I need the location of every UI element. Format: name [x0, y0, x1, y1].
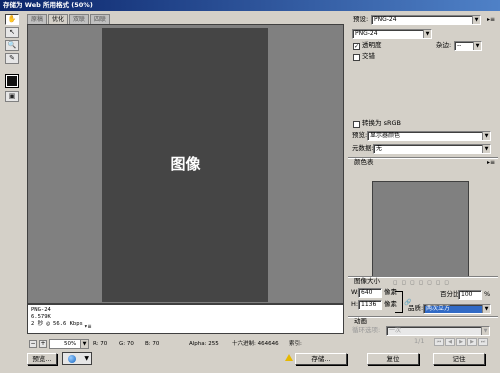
optimization-info: PNG-24 6.579K 2 秒 @ 56.6 Kbps ▾≡: [27, 304, 344, 334]
panel-menu-icon[interactable]: ▸≡: [487, 16, 495, 23]
metadata-label: 元数据:: [352, 144, 374, 152]
quality-label: 品质:: [408, 304, 424, 312]
quality-value: 两次立方: [426, 305, 451, 312]
alpha-readout: Alpha: 255: [189, 341, 219, 347]
interlaced-checkbox[interactable]: [353, 54, 360, 61]
matte-label: 杂边:: [436, 41, 452, 49]
frame-counter: 1/1: [414, 337, 425, 345]
reset-button[interactable]: 复位: [367, 353, 419, 365]
percent-input[interactable]: 100: [458, 290, 482, 300]
height-input[interactable]: 1136: [358, 300, 382, 310]
tab-2-up[interactable]: 双联: [69, 14, 90, 24]
loop-select[interactable]: 一次 ▼: [386, 326, 490, 336]
quality-select[interactable]: 两次立方 ▼: [423, 304, 491, 314]
metadata-select[interactable]: 无 ▼: [373, 144, 491, 154]
convert-srgb-label: 转换为 sRGB: [362, 119, 401, 127]
matte-value: --: [457, 42, 462, 49]
preview-mode-label: 预览:: [352, 131, 368, 139]
zoom-select[interactable]: 50% ▼: [49, 339, 89, 349]
chevron-down-icon: ▼: [482, 145, 490, 153]
chevron-down-icon: ▼: [473, 42, 481, 50]
zoom-in-button[interactable]: +: [39, 340, 47, 348]
prev-frame-icon[interactable]: ◀: [445, 338, 455, 346]
preview-browser-select[interactable]: ▼: [62, 352, 92, 365]
remember-button[interactable]: 记住: [433, 353, 485, 365]
zoom-tool-icon[interactable]: 🔍: [5, 40, 19, 51]
toolbox: ✋ ↖ 🔍 ✎ ▣: [5, 14, 21, 104]
window-title: 存储为 Web 所用格式 (50%): [0, 0, 500, 11]
preset-select[interactable]: PNG-24 ▼: [371, 15, 481, 25]
info-size: 6.579K: [31, 314, 51, 320]
metadata-value: 无: [376, 145, 383, 152]
image-size-title: 图像大小: [354, 277, 380, 285]
format-value: PNG-24: [355, 30, 378, 37]
info-menu-icon[interactable]: ▾≡: [84, 323, 91, 330]
height-value: 1136: [361, 301, 377, 308]
toggle-slices-icon[interactable]: ▣: [5, 91, 19, 102]
hand-tool-icon[interactable]: ✋: [5, 14, 19, 25]
view-tabs: 原稿 优化 双联 四联: [27, 14, 111, 24]
chevron-down-icon: ▼: [481, 327, 489, 335]
hex-readout: 十六进制: 464646: [232, 341, 279, 347]
chevron-down-icon: ▼: [482, 305, 490, 313]
browser-icon: [68, 355, 76, 363]
color-table-menu-icon[interactable]: ▸≡: [487, 159, 495, 166]
zoom-value: 50%: [64, 341, 77, 347]
chevron-down-icon: ▼: [80, 340, 88, 348]
percent-value: 100: [461, 291, 473, 298]
red-readout: R: 70: [93, 341, 108, 347]
save-button[interactable]: 存储...: [295, 353, 347, 365]
loop-value: 一次: [389, 327, 402, 334]
divider: [348, 316, 498, 318]
width-input[interactable]: 640: [358, 288, 382, 298]
preview-button[interactable]: 预览...: [27, 353, 57, 365]
preview-mode-select[interactable]: 显示器颜色 ▼: [367, 131, 491, 141]
zoom-out-button[interactable]: −: [29, 340, 37, 348]
chevron-down-icon: ▼: [84, 355, 89, 362]
status-bar: − + 50% ▼ R: 70 G: 70 B: 70 Alpha: 255 十…: [27, 339, 344, 349]
chevron-down-icon: ▼: [423, 30, 431, 38]
warning-icon: [285, 354, 293, 361]
blue-readout: B: 70: [145, 341, 160, 347]
info-download-time: 2 秒 @ 56.6 Kbps: [31, 321, 83, 327]
convert-srgb-checkbox[interactable]: [353, 121, 360, 128]
transparency-label: 透明度: [362, 41, 382, 49]
chevron-down-icon: ▼: [472, 16, 480, 24]
preview-image-label: 图像: [170, 155, 201, 173]
color-table[interactable]: [372, 181, 469, 278]
eyedropper-tool-icon[interactable]: ✎: [5, 53, 19, 64]
color-table-title: 颜色表: [354, 158, 374, 166]
transparency-checkbox[interactable]: ✓: [353, 43, 360, 50]
interlaced-label: 交错: [362, 52, 375, 60]
width-value: 640: [361, 289, 373, 296]
tab-optimized[interactable]: 优化: [48, 14, 69, 24]
preset-value: PNG-24: [374, 16, 397, 23]
last-frame-icon[interactable]: ⏭: [478, 338, 488, 346]
tab-original[interactable]: 原稿: [27, 14, 48, 24]
constrain-proportions-link: [395, 291, 403, 313]
matte-select[interactable]: -- ▼: [454, 41, 482, 51]
info-format: PNG-24: [31, 307, 51, 313]
chevron-down-icon: ▼: [482, 132, 490, 140]
color-table-tools[interactable]: ◻◻◻◻◻◻◻: [393, 280, 453, 286]
preview-mode-value: 显示器颜色: [370, 132, 401, 139]
first-frame-icon[interactable]: ⏮: [434, 338, 444, 346]
format-select[interactable]: PNG-24 ▼: [352, 29, 432, 39]
percent-unit: %: [484, 290, 491, 298]
tab-4-up[interactable]: 四联: [90, 14, 111, 24]
eyedropper-color-swatch[interactable]: [5, 74, 19, 88]
green-readout: G: 70: [119, 341, 134, 347]
next-frame-icon[interactable]: ▶: [467, 338, 477, 346]
slice-select-tool-icon[interactable]: ↖: [5, 27, 19, 38]
index-readout: 索引:: [289, 341, 302, 347]
image-preview[interactable]: 图像: [27, 24, 344, 304]
loop-label: 循环选项:: [352, 326, 381, 334]
animation-title: 动画: [354, 317, 367, 325]
preset-label: 预设:: [353, 15, 369, 23]
play-icon[interactable]: ▶: [456, 338, 466, 346]
